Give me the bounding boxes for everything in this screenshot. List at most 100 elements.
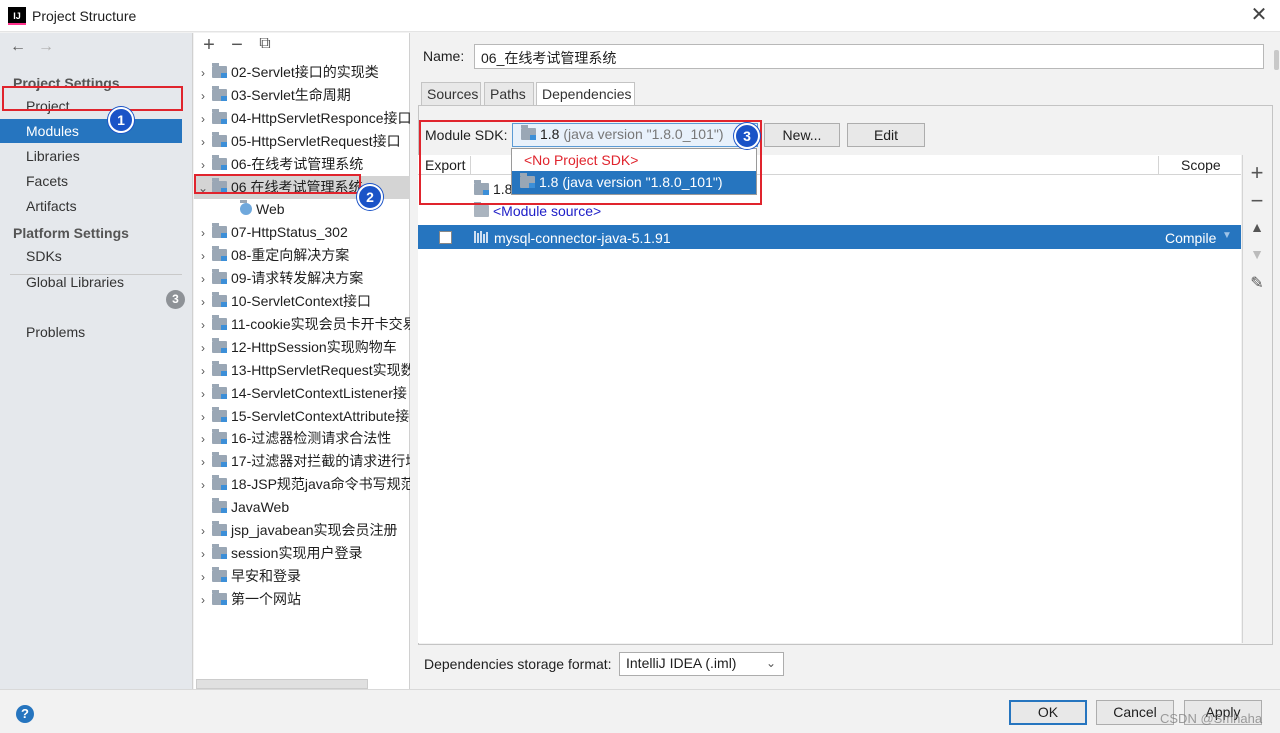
- expand-arrow-icon[interactable]: ›: [194, 154, 212, 176]
- problems-count-badge: 3: [166, 290, 185, 309]
- expand-arrow-icon[interactable]: ›: [194, 337, 212, 359]
- module-folder-icon: [212, 543, 227, 559]
- tree-row-label: 12-HttpSession实现购物车: [231, 338, 397, 355]
- nav-item-modules[interactable]: Modules: [0, 119, 182, 143]
- tree-row-label: 13-HttpServletRequest实现数: [231, 361, 410, 378]
- tree-row[interactable]: › 09-请求转发解决方案: [194, 267, 410, 290]
- tree-row[interactable]: › 11-cookie实现会员卡开卡交易: [194, 313, 410, 336]
- move-up-icon[interactable]: ▲: [1248, 219, 1266, 235]
- expand-arrow-icon[interactable]: ›: [194, 360, 212, 382]
- tree-row-label: Web: [256, 201, 285, 218]
- edit-sdk-button[interactable]: Edit: [847, 123, 925, 147]
- nav-item-libraries[interactable]: Libraries: [0, 144, 193, 168]
- expand-arrow-icon[interactable]: ›: [194, 245, 212, 267]
- ok-button[interactable]: OK: [1009, 700, 1087, 725]
- vertical-scrollbar[interactable]: [1274, 33, 1280, 689]
- module-folder-icon: [212, 406, 227, 422]
- tree-row[interactable]: › 02-Servlet接口的实现类: [194, 61, 410, 84]
- expand-arrow-icon[interactable]: ›: [194, 543, 212, 565]
- copy-module-icon[interactable]: ⧉: [255, 35, 275, 53]
- new-sdk-button[interactable]: New...: [764, 123, 840, 147]
- tree-row[interactable]: JavaWeb: [194, 496, 410, 519]
- tree-row-label: 15-ServletContextAttribute接: [231, 407, 410, 424]
- window-title: Project Structure: [32, 8, 137, 24]
- nav-item-sdks[interactable]: SDKs: [0, 244, 193, 268]
- expand-arrow-icon[interactable]: ›: [194, 314, 212, 336]
- tree-row[interactable]: › session实现用户登录: [194, 542, 410, 565]
- expand-arrow-icon[interactable]: ›: [194, 383, 212, 405]
- expand-arrow-icon[interactable]: ›: [194, 108, 212, 130]
- tree-row[interactable]: › 06-在线考试管理系统: [194, 153, 410, 176]
- tab-sources[interactable]: Sources: [421, 82, 481, 106]
- expand-arrow-icon[interactable]: ›: [194, 131, 212, 153]
- expand-arrow-icon[interactable]: ›: [194, 406, 212, 428]
- module-source-row[interactable]: <Module source>: [474, 202, 601, 219]
- expand-arrow-icon[interactable]: ›: [194, 291, 212, 313]
- expand-arrow-icon[interactable]: ›: [194, 428, 212, 450]
- tree-row[interactable]: › 15-ServletContextAttribute接: [194, 405, 410, 428]
- nav-item-problems[interactable]: Problems: [0, 320, 193, 344]
- expand-arrow-icon[interactable]: ›: [194, 222, 212, 244]
- vertical-scrollbar-thumb[interactable]: [1274, 50, 1279, 70]
- tree-row[interactable]: › 16-过滤器检测请求合法性: [194, 427, 410, 450]
- tree-row[interactable]: › 10-ServletContext接口: [194, 290, 410, 313]
- forward-arrow-icon[interactable]: →: [38, 38, 54, 56]
- add-dependency-icon[interactable]: +: [1248, 160, 1266, 186]
- edit-pencil-icon[interactable]: ✎: [1248, 273, 1266, 293]
- module-folder-icon: [212, 498, 227, 514]
- nav-item-artifacts[interactable]: Artifacts: [0, 194, 193, 218]
- tree-row[interactable]: › 04-HttpServletResponce接口: [194, 107, 410, 130]
- back-arrow-icon[interactable]: ←: [10, 38, 26, 56]
- tree-row-label: 03-Servlet生命周期: [231, 86, 351, 103]
- module-folder-icon: [212, 383, 227, 399]
- expand-arrow-icon[interactable]: ›: [194, 520, 212, 542]
- column-separator: [1158, 156, 1159, 174]
- expand-arrow-icon[interactable]: ›: [194, 62, 212, 84]
- add-module-icon[interactable]: +: [199, 34, 219, 57]
- tab-paths[interactable]: Paths: [484, 82, 534, 106]
- close-icon[interactable]: ✕: [1248, 4, 1270, 26]
- remove-dependency-icon[interactable]: −: [1248, 188, 1266, 214]
- tree-row[interactable]: › 03-Servlet生命周期: [194, 84, 410, 107]
- storage-format-select[interactable]: IntelliJ IDEA (.iml) ⌄: [619, 652, 784, 676]
- tab-dependencies[interactable]: Dependencies: [536, 82, 635, 106]
- move-down-icon[interactable]: ▼: [1248, 246, 1266, 262]
- expand-arrow-icon[interactable]: ›: [194, 566, 212, 588]
- tree-row-label: 06-在线考试管理系统: [231, 155, 364, 172]
- expand-arrow-icon[interactable]: ›: [194, 268, 212, 290]
- library-scope[interactable]: Compile: [1165, 230, 1216, 246]
- nav-divider: [10, 274, 182, 275]
- export-checkbox[interactable]: [439, 231, 452, 244]
- intellij-app-icon: IJ: [8, 7, 26, 25]
- tree-horizontal-scrollbar[interactable]: [196, 679, 368, 689]
- tree-row[interactable]: › 18-JSP规范java命令书写规范: [194, 473, 410, 496]
- tree-row[interactable]: › 07-HttpStatus_302: [194, 221, 410, 244]
- tree-row-label: 02-Servlet接口的实现类: [231, 64, 379, 80]
- tree-row[interactable]: › 13-HttpServletRequest实现数: [194, 359, 410, 382]
- platform-settings-heading: Platform Settings: [13, 225, 129, 241]
- annotation-badge-1: 1: [108, 107, 134, 133]
- expand-arrow-icon[interactable]: ›: [194, 589, 212, 611]
- column-scope[interactable]: Scope: [1181, 157, 1221, 173]
- expand-arrow-icon[interactable]: ›: [194, 474, 212, 496]
- module-folder-icon: [212, 521, 227, 536]
- tree-row[interactable]: › 05-HttpServletRequest接口: [194, 130, 410, 153]
- storage-format-value: IntelliJ IDEA (.iml): [626, 655, 737, 671]
- help-icon[interactable]: ?: [16, 705, 34, 723]
- module-name-input[interactable]: 06_在线考试管理系统: [474, 44, 1264, 69]
- expand-arrow-icon[interactable]: ›: [194, 85, 212, 107]
- tree-row-label: 04-HttpServletResponce接口: [231, 109, 410, 126]
- tree-row[interactable]: › 早安和登录: [194, 565, 410, 588]
- tree-row[interactable]: › 08-重定向解决方案: [194, 244, 410, 267]
- tree-row[interactable]: › jsp_javabean实现会员注册: [194, 519, 410, 542]
- nav-item-facets[interactable]: Facets: [0, 169, 193, 193]
- tree-row[interactable]: › 17-过滤器对拦截的请求进行增: [194, 450, 410, 473]
- remove-module-icon[interactable]: −: [227, 34, 247, 57]
- tree-row[interactable]: › 14-ServletContextListener接: [194, 382, 410, 405]
- module-folder-icon: [212, 246, 227, 262]
- tree-row-label: 17-过滤器对拦截的请求进行增: [231, 453, 410, 470]
- scope-dropdown-icon[interactable]: ▼: [1222, 230, 1232, 241]
- tree-row[interactable]: › 12-HttpSession实现购物车: [194, 336, 410, 359]
- tree-row[interactable]: › 第一个网站: [194, 588, 410, 611]
- expand-arrow-icon[interactable]: ›: [194, 451, 212, 473]
